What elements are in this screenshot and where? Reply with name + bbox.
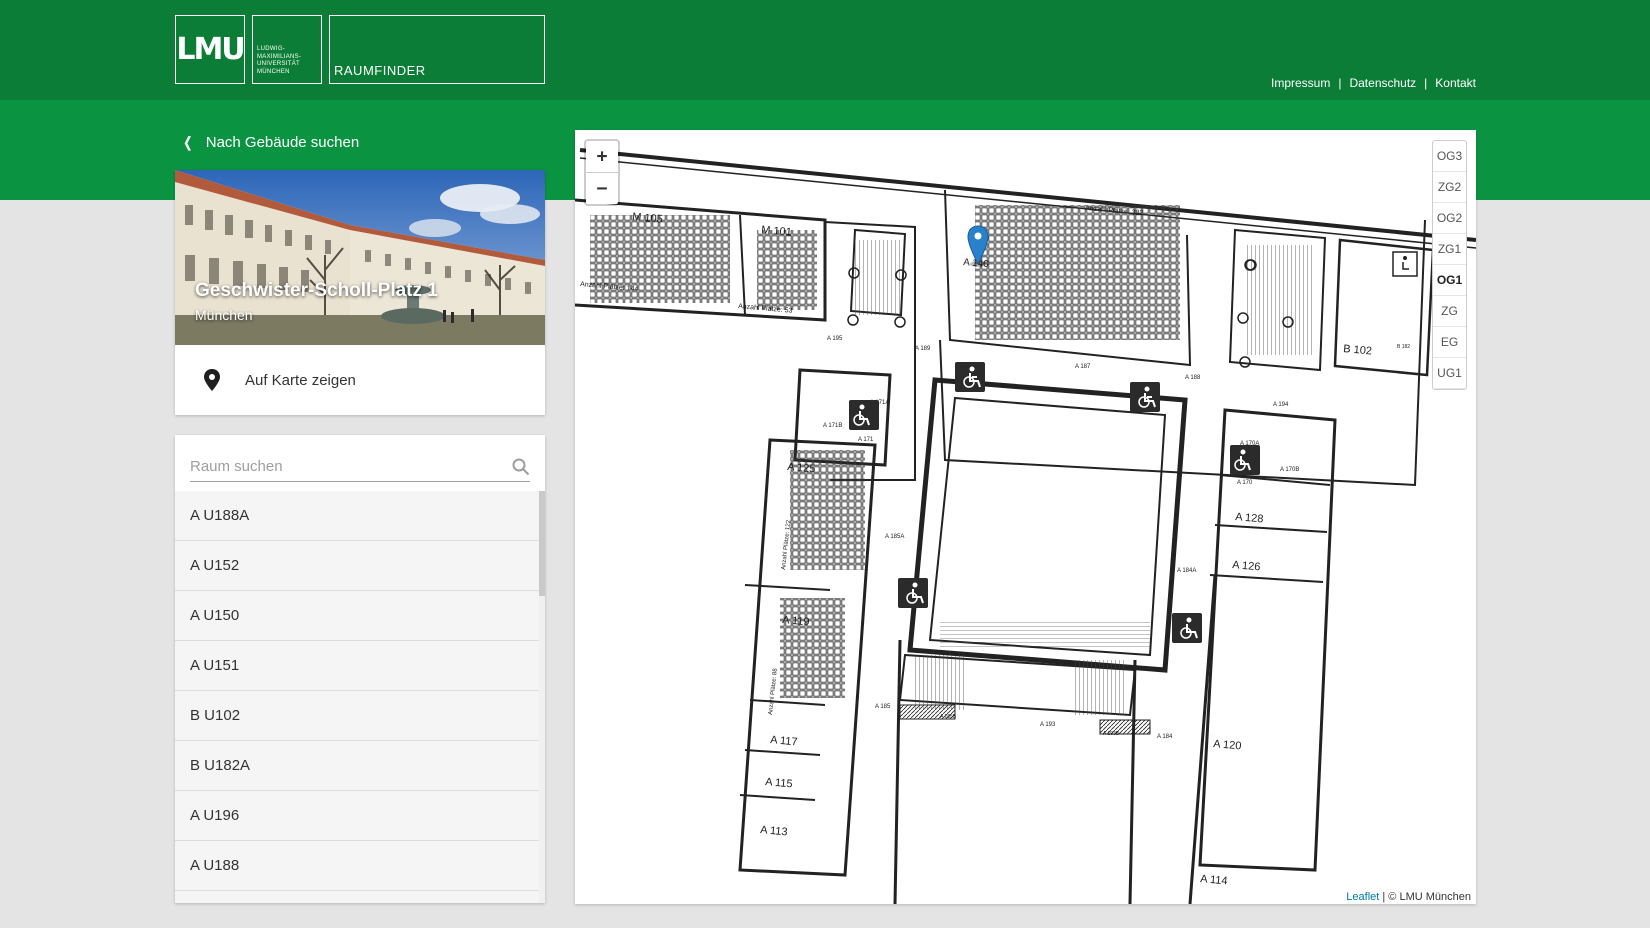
university-logo: LUDWIG- MAXIMILIANS- UNIVERSITÄT MÜNCHEN <box>252 15 322 84</box>
zoom-control: + − <box>584 139 620 206</box>
room-label: A 184 <box>1157 734 1173 740</box>
university-line: LUDWIG- <box>257 46 286 52</box>
accessible-icon <box>898 578 928 608</box>
show-on-map-button[interactable]: Auf Karte zeigen <box>175 345 545 415</box>
university-line: UNIVERSITÄT <box>257 61 300 67</box>
room-label: A 120 <box>1213 738 1242 752</box>
back-label: Nach Gebäude suchen <box>205 134 360 151</box>
room-label: A 193B <box>1103 731 1120 737</box>
building-city: München <box>195 307 253 323</box>
map-attribution: Leaflet | © LMU München <box>1341 890 1476 904</box>
room-label: A 170 <box>1237 480 1253 486</box>
room-label: A 185B <box>940 714 957 720</box>
link-separator: | <box>1424 76 1428 90</box>
zoom-in-button[interactable]: + <box>586 141 618 173</box>
room-label: A 115 <box>765 776 793 790</box>
room-list-item[interactable]: B U182A <box>175 741 539 791</box>
building-photo: Geschwister-Scholl-Platz 1 München <box>175 170 545 345</box>
room-search-field <box>190 453 530 482</box>
impressum-link[interactable]: Impressum <box>1271 76 1330 90</box>
zoom-out-button[interactable]: − <box>586 173 618 204</box>
search-icon[interactable] <box>512 458 530 476</box>
floor-button-zg[interactable]: ZG <box>1433 296 1466 327</box>
room-label: A 125 <box>787 461 816 475</box>
floor-button-og2[interactable]: OG2 <box>1433 203 1466 234</box>
accessible-icon <box>1130 382 1160 412</box>
room-list-item[interactable]: A U150 <box>175 591 539 641</box>
room-list-item[interactable]: A U152 <box>175 541 539 591</box>
university-line: MAXIMILIANS- <box>257 53 302 60</box>
app-title: RAUMFINDER <box>334 63 426 78</box>
attribution-separator: | <box>1382 891 1386 903</box>
university-line: MÜNCHEN <box>257 68 290 75</box>
accessible-wc-icon <box>849 400 879 430</box>
accessible-icon <box>955 362 985 392</box>
leaflet-link[interactable]: Leaflet <box>1346 891 1379 903</box>
datenschutz-link[interactable]: Datenschutz <box>1349 76 1416 90</box>
scrollbar-thumb[interactable] <box>539 491 545 596</box>
lmu-logo-text: LMU <box>176 32 245 67</box>
floor-button-zg2[interactable]: ZG2 <box>1433 172 1466 203</box>
kontakt-link[interactable]: Kontakt <box>1435 76 1476 90</box>
map-pin-icon <box>204 369 220 391</box>
room-label: A 184A <box>1177 568 1196 574</box>
room-label: A 171B <box>823 423 842 429</box>
room-list-item[interactable]: A U196 <box>175 791 539 841</box>
room-label: B 182 <box>1397 344 1410 350</box>
room-label: A 188 <box>1185 375 1201 381</box>
accessible-icon <box>1172 613 1202 643</box>
chevron-left-icon: ❬ <box>182 134 194 150</box>
room-list-item[interactable]: A U188A <box>175 491 539 541</box>
room-list: A U188A A U152 A U150 A U151 B U102 B U1… <box>175 491 539 903</box>
floor-button-zg1[interactable]: ZG1 <box>1433 234 1466 265</box>
floor-button-og3[interactable]: OG3 <box>1433 141 1466 172</box>
room-label: A 187 <box>1075 364 1091 370</box>
room-list-item[interactable]: A U188 <box>175 841 539 891</box>
room-label: A 195 <box>827 336 843 342</box>
floor-plan-map[interactable]: M 105 M 101 Anzahl Plätze: 144 Anzahl Pl… <box>575 130 1476 904</box>
room-list-scrollbar[interactable] <box>539 491 545 903</box>
room-label: A 185 <box>875 704 891 710</box>
floor-selector: OG3 ZG2 OG2 ZG1 OG1 ZG EG UG1 <box>1432 140 1467 390</box>
room-label: A 114 <box>1200 873 1228 887</box>
room-label: A 171 <box>858 437 874 443</box>
back-to-building-search[interactable]: ❬ Nach Gebäude suchen <box>182 134 359 151</box>
elevator-icon <box>1392 251 1418 277</box>
room-label: A 170B <box>1280 467 1299 473</box>
accessible-wc-icon <box>1230 445 1260 475</box>
header-links: Impressum | Datenschutz | Kontakt <box>1271 76 1476 90</box>
room-label: A 185A <box>885 534 904 540</box>
building-address: Geschwister-Scholl-Platz 1 <box>195 280 438 301</box>
building-card: Geschwister-Scholl-Platz 1 München Auf K… <box>175 170 545 415</box>
lmu-logo[interactable]: LMU <box>175 15 246 84</box>
room-label: A 193 <box>1040 722 1056 728</box>
floor-button-og1[interactable]: OG1 <box>1433 265 1466 296</box>
app-title-box[interactable]: RAUMFINDER <box>329 15 545 84</box>
copyright-text: © LMU München <box>1388 891 1471 903</box>
room-label: A 128 <box>1235 511 1264 525</box>
room-search-card: A U188A A U152 A U150 A U151 B U102 B U1… <box>175 435 545 903</box>
floor-button-ug1[interactable]: UG1 <box>1433 358 1466 389</box>
room-label: A 119 <box>782 614 810 628</box>
floor-button-eg[interactable]: EG <box>1433 327 1466 358</box>
floor-plan[interactable]: M 105 M 101 Anzahl Plätze: 144 Anzahl Pl… <box>575 130 1476 904</box>
room-list-item[interactable]: A U151 <box>175 641 539 691</box>
room-label: A 194 <box>1273 402 1289 408</box>
room-label: A 113 <box>760 824 788 838</box>
link-separator: | <box>1338 76 1342 90</box>
room-list-item[interactable]: B U102 <box>175 691 539 741</box>
room-search-input[interactable] <box>190 453 490 479</box>
room-label: B 102 <box>1343 343 1373 357</box>
room-label: A 189 <box>915 346 931 352</box>
show-on-map-label: Auf Karte zeigen <box>245 371 356 389</box>
room-label: A 117 <box>770 734 798 748</box>
room-label: A 126 <box>1232 559 1261 573</box>
